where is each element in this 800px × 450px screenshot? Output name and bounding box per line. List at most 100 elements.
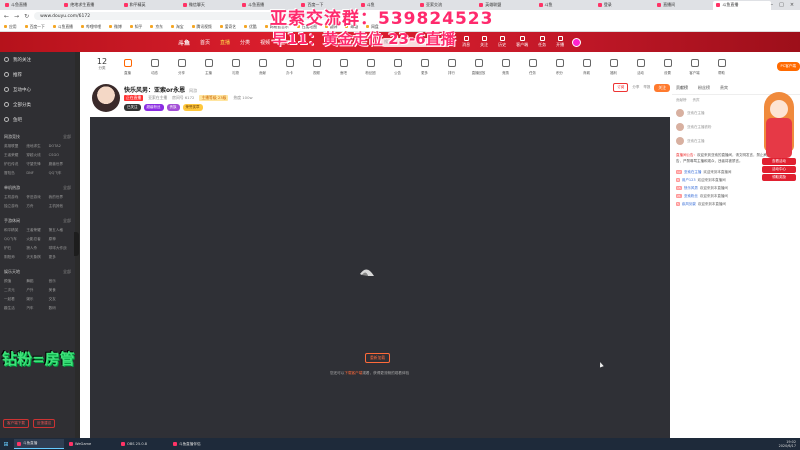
sidebar-category-link[interactable]: 趣生活: [4, 306, 26, 311]
bookmark-item[interactable]: 知乎: [130, 24, 143, 30]
sidebar-category-link[interactable]: 音乐: [49, 279, 71, 284]
bookmark-item[interactable]: 优酷: [244, 24, 257, 30]
sidebar-item[interactable]: 互动中心: [0, 82, 75, 97]
maximize-icon[interactable]: □: [779, 2, 784, 8]
bookmark-item[interactable]: 斗鱼直播: [53, 24, 73, 30]
sidebar-category-link[interactable]: 王者荣耀: [26, 228, 48, 233]
site-logo[interactable]: 斗鱼: [178, 38, 190, 47]
sidebar-category-link[interactable]: DNF: [26, 171, 48, 176]
activity-label[interactable]: 查看活动: [762, 158, 796, 165]
sidebar-item[interactable]: 推荐: [0, 67, 75, 82]
category-item[interactable]: 积分: [546, 54, 573, 75]
browser-tab[interactable]: 登录: [595, 1, 652, 10]
category-item[interactable]: 鱼吧: [330, 54, 357, 75]
close-icon[interactable]: ×: [790, 2, 794, 8]
browser-tab[interactable]: 斗鱼直播: [2, 1, 59, 10]
rank-header-item[interactable]: 贡献榜: [676, 98, 687, 103]
sidebar-category-link[interactable]: 穿越火线: [26, 153, 48, 158]
category-item[interactable]: 贡献: [249, 54, 276, 75]
subscribe-button[interactable]: 订阅: [613, 83, 629, 92]
sidebar-category-link[interactable]: 第五人格: [49, 228, 71, 233]
taskbar-item[interactable]: 斗鱼直播: [14, 439, 64, 449]
category-item[interactable]: 客户端: [681, 54, 708, 75]
bookmark-item[interactable]: 淘宝: [171, 24, 184, 30]
sidebar-item[interactable]: 全部分类: [0, 97, 75, 112]
forward-icon[interactable]: →: [14, 13, 19, 20]
sidebar-category-link[interactable]: 更多: [49, 255, 71, 260]
sidebar-category-link[interactable]: 阴阳师: [4, 255, 26, 260]
sidebar-category-link[interactable]: 绝地求生: [26, 144, 48, 149]
chat-username[interactable]: 疾风剑豪: [682, 202, 696, 207]
header-icon-button[interactable]: 开播: [556, 36, 564, 48]
sidebar-category-link[interactable]: 英雄联盟: [4, 144, 26, 149]
header-icon-button[interactable]: 关注: [480, 36, 488, 48]
category-item[interactable]: 商城: [573, 54, 600, 75]
taskbar-item[interactable]: OBS 25.0.8: [118, 439, 168, 449]
header-icon-button[interactable]: 客户端: [516, 36, 528, 48]
sidebar-category-link[interactable]: 王者荣耀: [4, 153, 26, 158]
sidebar-category-link[interactable]: 主机游戏: [4, 195, 26, 200]
report-button[interactable]: 举报: [643, 85, 650, 90]
sidebar-category-link[interactable]: 魔兽世界: [49, 162, 71, 167]
sidebar-category-link[interactable]: DOTA2: [49, 144, 71, 149]
download-client-link[interactable]: 下载客户端: [344, 371, 362, 375]
category-item[interactable]: 动态: [141, 54, 168, 75]
sidebar-category-link[interactable]: 美食: [49, 288, 71, 293]
browser-tab[interactable]: 绝地求生直播: [61, 1, 118, 10]
browser-tab[interactable]: 斗鱼: [536, 1, 593, 10]
sidebar-category-link[interactable]: 守望先锋: [26, 162, 48, 167]
sidebar-category-link[interactable]: 怀旧游戏: [26, 195, 48, 200]
sidebar-category-link[interactable]: QQ飞车: [49, 171, 71, 176]
sidebar-category-link[interactable]: 独立游戏: [4, 204, 26, 209]
header-icon-button[interactable]: 任务: [538, 36, 546, 48]
sidebar-collapse-handle[interactable]: [74, 232, 79, 256]
sidebar-category-link[interactable]: QQ飞车: [4, 237, 26, 242]
right-tab[interactable]: 粉丝榜: [698, 85, 710, 91]
bookmark-item[interactable]: 微博: [109, 24, 122, 30]
sidebar-category-link[interactable]: 娱乐: [26, 297, 48, 302]
category-item[interactable]: 主播: [195, 54, 222, 75]
category-item[interactable]: 视频: [303, 54, 330, 75]
sidebar-section-more[interactable]: 全部: [63, 269, 71, 275]
sidebar-category-link[interactable]: 冒险岛: [4, 171, 26, 176]
sidebar-category-link[interactable]: 天天象棋: [26, 255, 48, 260]
sidebar-section-more[interactable]: 全部: [63, 185, 71, 191]
sidebar-category-link[interactable]: 汽车: [26, 306, 48, 311]
download-client-button[interactable]: 客户端下载: [3, 419, 29, 428]
follow-button[interactable]: 关注: [654, 83, 670, 92]
sidebar-category-link[interactable]: 主机其他: [49, 204, 71, 209]
header-icon-button[interactable]: 消息: [462, 36, 470, 48]
chat-username[interactable]: 快乐风男: [684, 186, 698, 191]
sidebar-category-link[interactable]: 原神: [49, 237, 71, 242]
taskbar-item[interactable]: WeGame: [66, 439, 116, 449]
bookmark-item[interactable]: 腾讯视频: [192, 24, 212, 30]
header-nav-item[interactable]: 视频: [260, 39, 270, 46]
share-button[interactable]: 分享: [632, 85, 639, 90]
browser-tab[interactable]: 微信聊天: [180, 1, 237, 10]
category-item[interactable]: 帮助: [708, 54, 735, 75]
right-tab[interactable]: 贵宾: [720, 85, 728, 91]
badge-noble[interactable]: 贵族: [166, 104, 180, 111]
header-nav-item[interactable]: 首页: [200, 39, 210, 46]
bookmark-item[interactable]: 百度一下: [25, 24, 45, 30]
sidebar-category-link[interactable]: 方舟: [26, 204, 48, 209]
sidebar-category-link[interactable]: 炉石传说: [4, 162, 26, 167]
bookmark-item[interactable]: 京东: [150, 24, 163, 30]
sidebar-category-link[interactable]: 舞蹈: [26, 279, 48, 284]
category-item[interactable]: 公告: [384, 54, 411, 75]
chat-username[interactable]: 用户123: [682, 178, 696, 183]
badge-super-fan[interactable]: 超级粉丝: [143, 104, 164, 111]
category-item[interactable]: 直播回放: [465, 54, 492, 75]
pc-client-button[interactable]: PC客户端: [776, 62, 800, 71]
category-item[interactable]: 分享: [168, 54, 195, 75]
category-item[interactable]: 竞猜: [492, 54, 519, 75]
system-tray-clock[interactable]: 19:02 2020/6/17: [779, 440, 800, 448]
video-player[interactable]: 重新加载 您还可以下载客户端观看，获得更流畅的观看体验: [90, 117, 670, 438]
activity-label[interactable]: 活动中心: [762, 166, 796, 173]
sidebar-category-link[interactable]: 颜值: [4, 279, 26, 284]
header-nav-item[interactable]: 直播: [220, 39, 230, 46]
sidebar-category-link[interactable]: 我的世界: [49, 195, 71, 200]
avatar[interactable]: [572, 37, 582, 47]
sidebar-category-link[interactable]: 一起看: [4, 297, 26, 302]
category-item[interactable]: 活动: [627, 54, 654, 75]
